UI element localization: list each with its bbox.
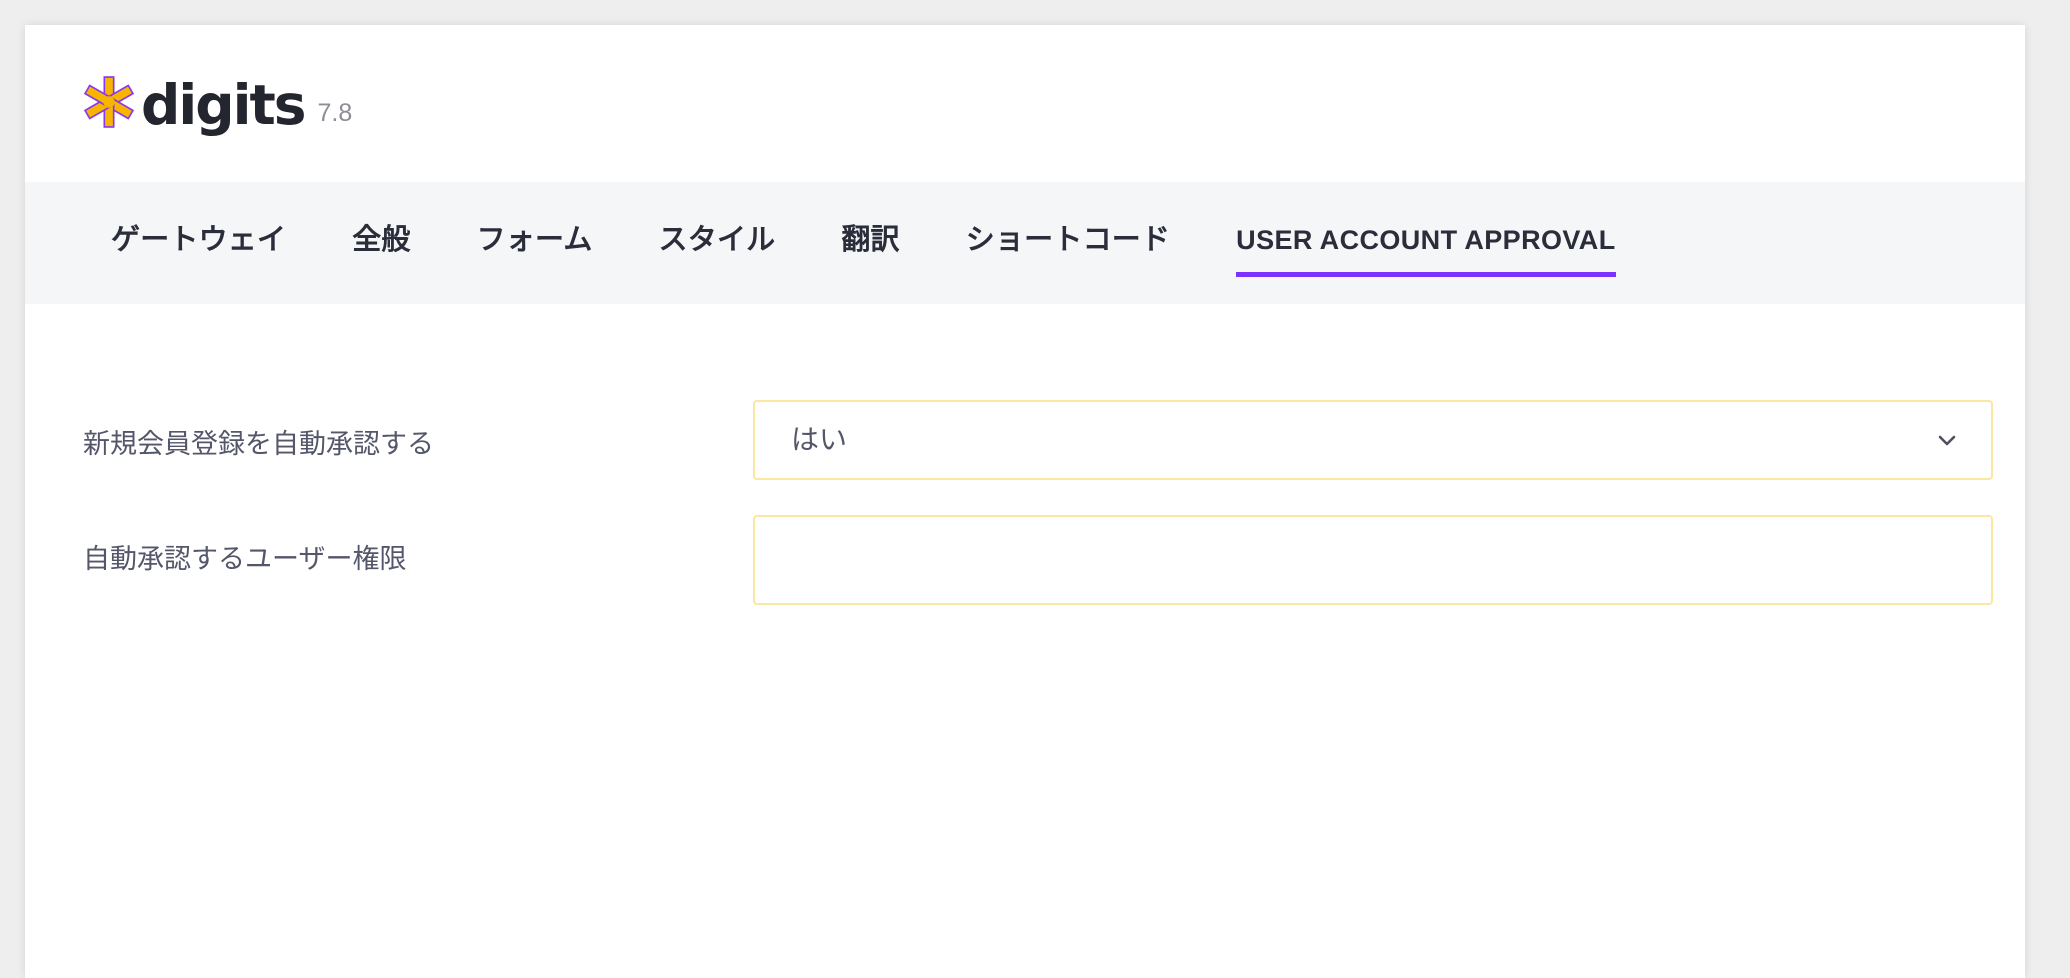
tab-user-account-approval[interactable]: USER ACCOUNT APPROVAL	[1236, 182, 1616, 304]
tab-label: ゲートウェイ	[111, 223, 287, 256]
tab-style[interactable]: スタイル	[659, 182, 776, 304]
tab-label: USER ACCOUNT APPROVAL	[1236, 224, 1616, 255]
tab-label: フォーム	[476, 223, 593, 256]
auto-approve-select[interactable]: はい	[753, 400, 1993, 480]
brand-name: digits	[141, 73, 306, 138]
tab-label: スタイル	[658, 223, 776, 256]
settings-tab-bar: ゲートウェイ 全般 フォーム スタイル 翻訳 ショートコード USER ACCO…	[25, 182, 2025, 304]
tab-label: 全般	[352, 223, 411, 256]
tab-translation[interactable]: 翻訳	[841, 182, 899, 304]
auto-approve-selected-value: はい	[791, 424, 848, 455]
auto-approve-control: はい	[753, 400, 1993, 480]
auto-approve-role-input-shell	[753, 515, 1993, 605]
brand-version: 7.8	[317, 98, 353, 127]
tab-label: 翻訳	[841, 223, 900, 256]
tab-gateway[interactable]: ゲートウェイ	[111, 182, 286, 304]
auto-approve-role-input[interactable]	[755, 517, 1991, 603]
settings-content: 新規会員登録を自動承認する はい 自動承認するユーザー権限	[25, 304, 2025, 978]
brand-header: digits 7.8	[25, 25, 2025, 182]
field-row-auto-approve-role: 自動承認するユーザー権限	[25, 515, 2025, 605]
auto-approve-label: 新規会員登録を自動承認する	[83, 429, 434, 459]
auto-approve-role-control	[753, 515, 1993, 605]
tab-form[interactable]: フォーム	[477, 182, 593, 304]
auto-approve-role-label: 自動承認するユーザー権限	[83, 544, 407, 574]
chevron-down-icon[interactable]	[1935, 428, 1959, 452]
settings-page-panel: digits 7.8 ゲートウェイ 全般 フォーム スタイル 翻訳 ショートコー…	[25, 25, 2025, 978]
active-tab-indicator	[1236, 272, 1616, 277]
brand-lockup: digits 7.8	[83, 73, 353, 138]
tab-shortcode[interactable]: ショートコード	[966, 182, 1170, 304]
tab-general[interactable]: 全般	[352, 182, 410, 304]
tab-label: ショートコード	[965, 223, 1171, 256]
field-row-auto-approve: 新規会員登録を自動承認する はい	[25, 400, 2025, 480]
asterisk-star-icon	[83, 75, 135, 128]
